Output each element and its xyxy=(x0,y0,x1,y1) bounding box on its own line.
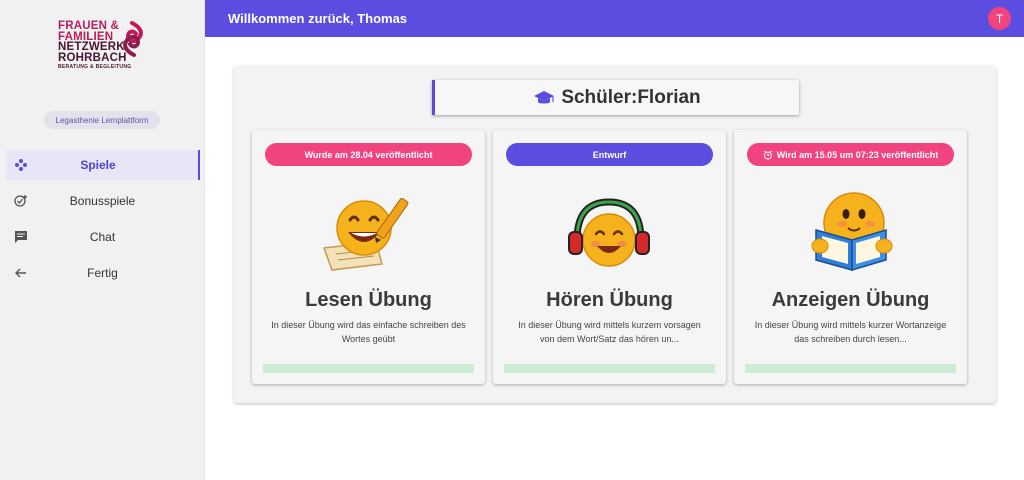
progress-bar xyxy=(263,364,474,373)
card-description: In dieser Übung wird das einfache schrei… xyxy=(271,320,466,344)
status-badge: Wurde am 28.04 veröffentlicht xyxy=(265,143,472,166)
organization-logo: FRAUEN & FAMILIEN NETZWERK ROHRBACH BERA… xyxy=(58,21,158,86)
logo-mark-icon xyxy=(123,21,143,57)
status-badge: Entwurf xyxy=(506,143,713,166)
badge-label: Wurde am 28.04 veröffentlicht xyxy=(304,149,433,160)
sidebar-item-chat[interactable]: Chat xyxy=(0,222,205,252)
sidebar-item-label: Bonusspiele xyxy=(69,194,136,208)
sidebar-item-spiele[interactable]: Spiele xyxy=(6,150,200,180)
sidebar-item-bonusspiele[interactable]: Bonusspiele xyxy=(0,186,205,216)
card-title: Hören Übung xyxy=(546,289,673,311)
exercise-panel: Schüler:Florian Wurde am 28.04 veröffent… xyxy=(234,66,996,403)
card-description: In dieser Übung wird mittels kurzer Wort… xyxy=(754,320,947,344)
welcome-message: Willkommen zurück, Thomas xyxy=(228,11,408,26)
top-bar: Willkommen zurück, Thomas T xyxy=(205,0,1024,37)
badge-label: Wird am 15.05 um 07:23 veröffentlicht xyxy=(776,149,939,160)
sidebar-item-label: Chat xyxy=(89,230,116,244)
writing-emoji-icon xyxy=(322,197,409,271)
avatar[interactable]: T xyxy=(988,7,1011,30)
platform-chip: Legasthenie Lernplattform xyxy=(44,111,160,129)
student-header: Schüler:Florian xyxy=(432,80,799,115)
progress-bar xyxy=(745,364,956,373)
card-description: In dieser Übung wird mittels kurzem vors… xyxy=(518,320,701,344)
exercise-card-anzeigen[interactable]: Wird am 15.05 um 07:23 veröffentlicht An… xyxy=(734,130,967,384)
alarm-icon xyxy=(763,150,773,159)
sidebar: FRAUEN & FAMILIEN NETZWERK ROHRBACH BERA… xyxy=(0,0,205,480)
sidebar-item-label: Fertig xyxy=(87,266,118,280)
graduation-cap-icon xyxy=(534,90,555,103)
headphones-emoji-icon xyxy=(568,198,650,267)
reading-emoji-icon xyxy=(811,192,893,272)
logo-subtitle: BERATUNG & BEGLEITUNG xyxy=(58,64,132,70)
sidebar-nav: Spiele Bonusspiele Chat Fertig xyxy=(0,150,205,294)
exercise-card-hoeren[interactable]: Entwurf Hören Übung In dieser Übung wird… xyxy=(493,130,726,384)
sidebar-item-label: Spiele xyxy=(80,158,116,172)
exercise-card-lesen[interactable]: Wurde am 28.04 veröffentlicht Lesen Übun… xyxy=(252,130,485,384)
progress-bar xyxy=(504,364,715,373)
card-title: Lesen Übung xyxy=(305,289,432,311)
card-title: Anzeigen Übung xyxy=(771,289,930,311)
student-title: Schüler:Florian xyxy=(561,86,701,108)
badge-label: Entwurf xyxy=(592,149,627,160)
sidebar-item-fertig[interactable]: Fertig xyxy=(0,258,205,288)
status-badge: Wird am 15.05 um 07:23 veröffentlicht xyxy=(747,143,954,166)
